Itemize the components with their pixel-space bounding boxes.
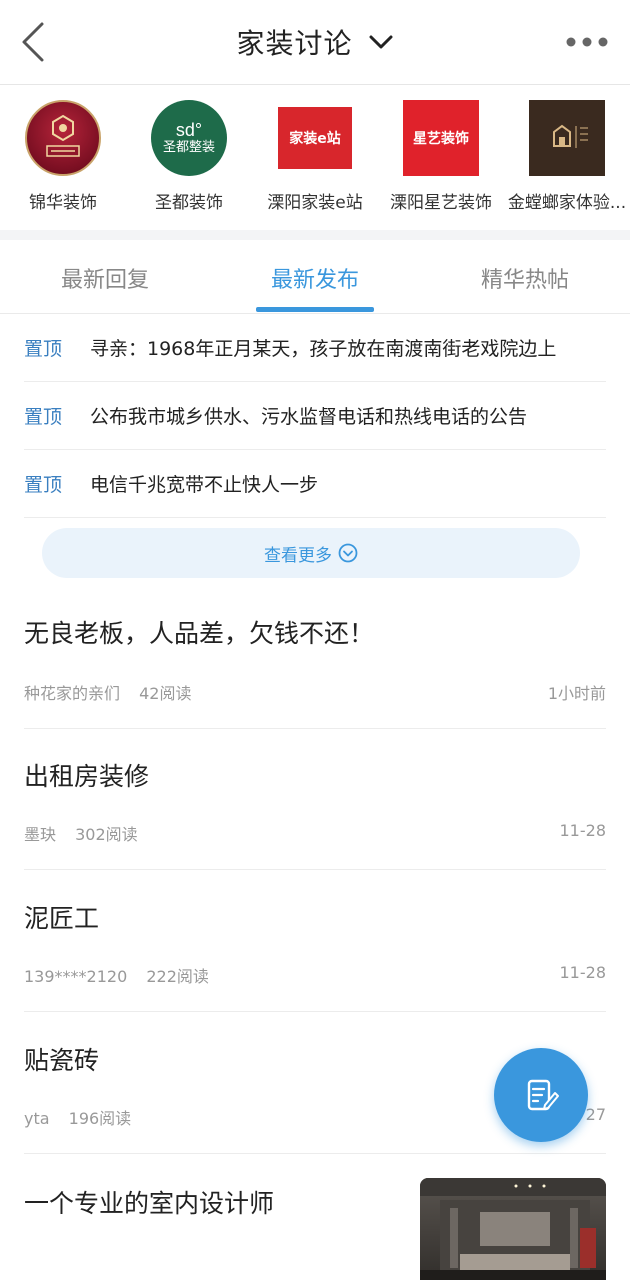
brand-logo	[529, 100, 605, 176]
tab-latest-post[interactable]: 最新发布	[210, 262, 420, 294]
post-meta: 139****2120 222阅读	[24, 963, 223, 987]
see-more-button[interactable]: 查看更多	[42, 528, 580, 578]
brand-name: 圣都装饰	[155, 193, 223, 213]
brand-name: 锦华装饰	[29, 193, 97, 213]
pinned-title: 公布我市城乡供水、污水监督电话和热线电话的公告	[90, 406, 528, 428]
brand-name: 金螳螂家体验...	[507, 193, 627, 213]
page-title: 家装讨论	[236, 27, 353, 60]
pin-badge: 置顶	[24, 406, 63, 428]
brand-item[interactable]: 金螳螂家体验...	[504, 100, 630, 222]
post-title: 贴瓷砖	[24, 1046, 100, 1075]
post-author: 种花家的亲们	[24, 684, 121, 703]
section-divider	[0, 230, 630, 240]
post-thumbnail[interactable]	[420, 1178, 606, 1280]
active-tab-indicator	[256, 307, 374, 312]
pinned-item[interactable]: 置顶 公布我市城乡供水、污水监督电话和热线电话的公告	[24, 382, 606, 450]
pin-badge: 置顶	[24, 474, 63, 496]
post-meta: yta 196阅读	[24, 1105, 145, 1129]
post-reads: 196阅读	[68, 1109, 132, 1128]
post-item[interactable]: 出租房装修 墨玦 302阅读 11-28	[24, 757, 606, 870]
post-time: 1小时前	[547, 684, 606, 703]
brand-logo-text: sd°	[175, 120, 203, 140]
post-item[interactable]: 泥匠工 139****2120 222阅读 11-28	[24, 899, 606, 1012]
chevron-down-circle-icon	[338, 543, 358, 563]
brand-logo: sd° 圣都整装	[151, 100, 227, 176]
post-title: 泥匠工	[24, 904, 100, 933]
jinhua-logo-icon	[46, 114, 80, 157]
see-more-label: 查看更多	[264, 545, 332, 566]
post-title: 无良老板，人品差，欠钱不还！	[24, 619, 375, 648]
brand-strip: 锦华装饰 sd° 圣都整装 圣都装饰 家装e站 溧阳家装e站 星艺装饰 溧阳星艺…	[0, 86, 630, 230]
post-time: 27	[585, 1105, 606, 1124]
post-reads: 222阅读	[146, 967, 209, 986]
brand-item[interactable]: 锦华装饰	[0, 100, 126, 222]
brand-logo-text: 圣都整装	[162, 140, 215, 155]
interior-photo-image	[420, 1178, 606, 1280]
brand-item[interactable]: 星艺装饰 溧阳星艺装饰	[378, 100, 504, 222]
post-time: 11-28	[559, 963, 607, 982]
brand-logo-text: 家装e站	[289, 131, 341, 147]
tab-latest-reply[interactable]: 最新回复	[0, 262, 210, 294]
brand-logo: 家装e站	[277, 100, 353, 176]
pinned-item[interactable]: 置顶 寻亲：1968年正月某天，孩子放在南渡南街老戏院边上	[24, 314, 606, 382]
post-author: 墨玦	[24, 825, 57, 844]
post-meta: 种花家的亲们 42阅读	[24, 680, 205, 704]
brand-logo	[25, 100, 101, 176]
brand-item[interactable]: sd° 圣都整装 圣都装饰	[126, 100, 252, 222]
top-bar: 家装讨论	[0, 0, 630, 85]
tab-bar: 最新回复 最新发布 精华热帖	[0, 240, 630, 314]
post-meta: 墨玦 302阅读	[24, 821, 152, 845]
brand-name: 溧阳星艺装饰	[390, 193, 492, 213]
brand-item[interactable]: 家装e站 溧阳家装e站	[252, 100, 378, 222]
brand-logo: 星艺装饰	[403, 100, 479, 176]
tab-featured[interactable]: 精华热帖	[420, 262, 630, 294]
pinned-item[interactable]: 置顶 电信千兆宽带不止快人一步	[24, 450, 606, 518]
brand-name: 溧阳家装e站	[267, 193, 363, 213]
pin-badge: 置顶	[24, 338, 63, 360]
post-time: 11-28	[559, 821, 607, 840]
brand-logo-box: 家装e站	[278, 107, 352, 169]
post-reads: 302阅读	[75, 825, 138, 844]
post-author: yta	[24, 1109, 50, 1128]
pinned-title: 寻亲：1968年正月某天，孩子放在南渡南街老戏院边上	[90, 338, 557, 360]
pinned-title: 电信千兆宽带不止快人一步	[90, 474, 319, 496]
brand-logo-text: 星艺装饰	[413, 131, 469, 147]
post-item[interactable]: 无良老板，人品差，欠钱不还！ 种花家的亲们 42阅读 1小时前	[24, 614, 606, 729]
post-reads: 42阅读	[139, 684, 192, 703]
more-horizontal-icon[interactable]	[566, 36, 608, 48]
jintanglang-logo-icon	[553, 124, 588, 148]
chevron-down-icon	[369, 35, 393, 49]
title-dropdown[interactable]: 家装讨论	[0, 22, 630, 62]
post-title: 一个专业的室内设计师	[24, 1189, 275, 1218]
post-author: 139****2120	[24, 967, 128, 986]
post-title: 出租房装修	[24, 762, 150, 791]
new-post-button[interactable]	[494, 1048, 588, 1142]
edit-note-icon	[527, 1079, 559, 1111]
